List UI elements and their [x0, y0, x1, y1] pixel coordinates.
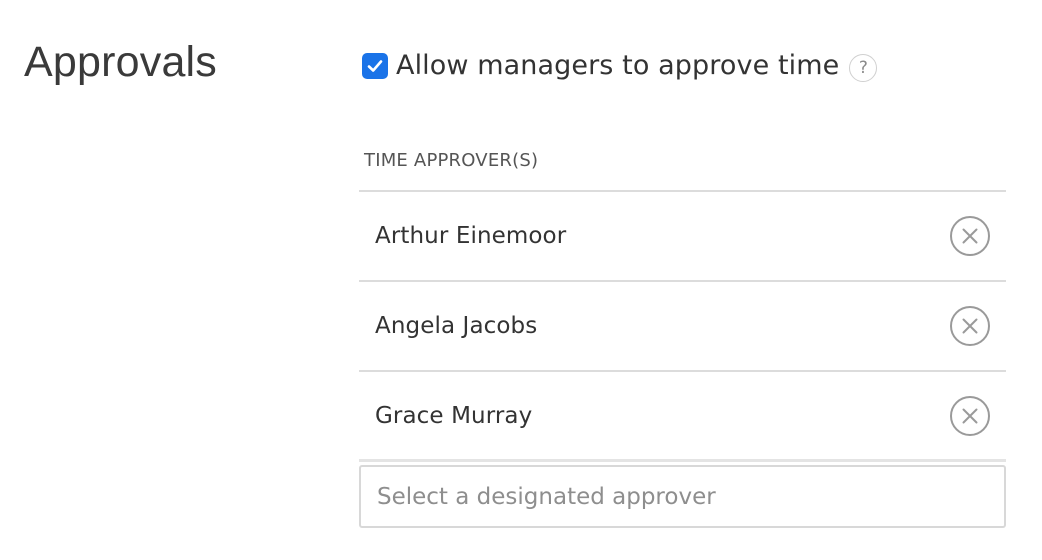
remove-approver-button[interactable]	[950, 216, 990, 256]
remove-approver-button[interactable]	[950, 395, 990, 436]
close-circle-icon	[950, 395, 990, 436]
help-icon[interactable]: ?	[849, 54, 878, 82]
approver-row: Arthur Einemoor	[359, 192, 1006, 282]
approver-name: Arthur Einemoor	[375, 223, 567, 249]
approver-name: Grace Murray	[375, 402, 533, 429]
allow-managers-row: Allow managers to approve time ?	[362, 46, 878, 86]
approver-name: Angela Jacobs	[375, 313, 538, 339]
allow-managers-checkbox[interactable]	[362, 53, 388, 79]
section-title: Approvals	[24, 38, 218, 86]
designated-approver-input[interactable]	[359, 465, 1006, 528]
close-circle-icon	[950, 306, 990, 346]
remove-approver-button[interactable]	[950, 306, 990, 346]
time-approvers-header: TIME APPROVER(S)	[359, 140, 1006, 192]
approver-row: Grace Murray	[359, 372, 1006, 462]
close-circle-icon	[950, 216, 990, 256]
checkmark-icon	[367, 60, 383, 72]
allow-managers-label[interactable]: Allow managers to approve time	[396, 48, 839, 84]
approver-row: Angela Jacobs	[359, 282, 1006, 372]
time-approvers-list: TIME APPROVER(S) Arthur Einemoor Angela …	[359, 140, 1006, 462]
